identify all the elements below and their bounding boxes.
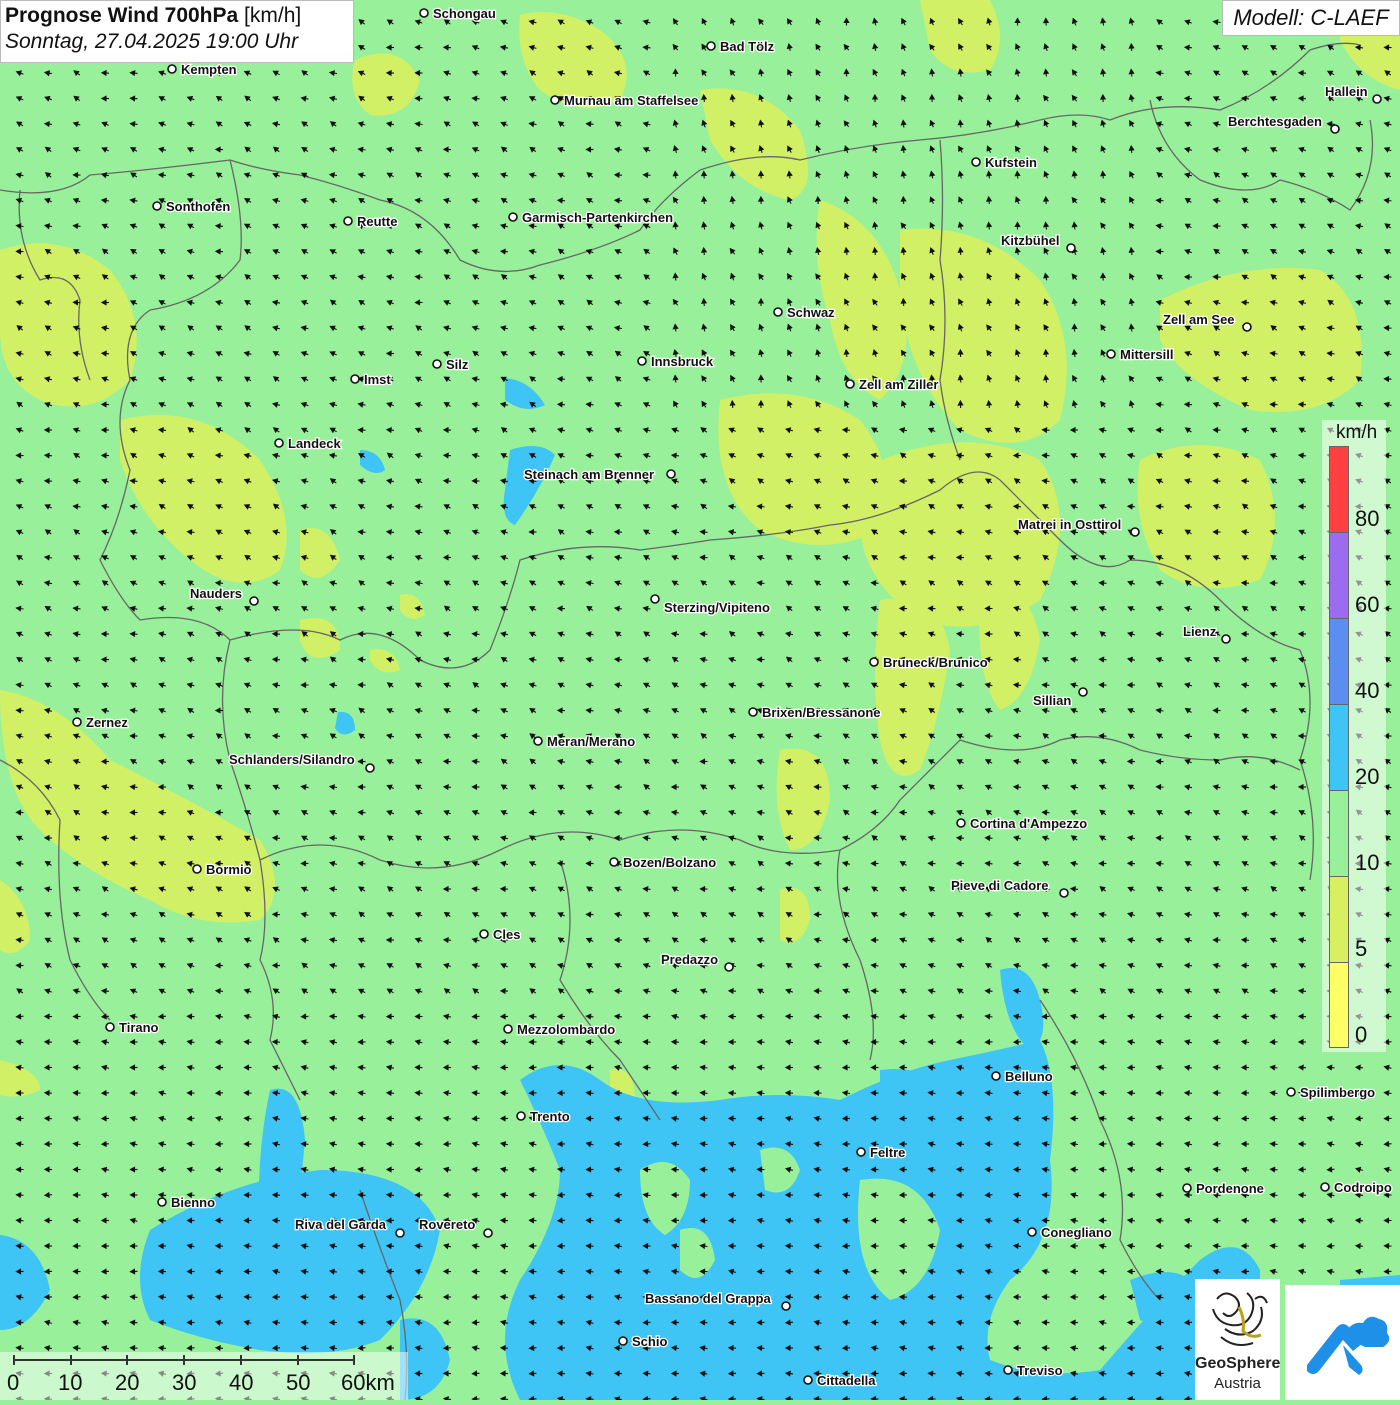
wind-map: SchongauBad TölzKemptenMurnau am Staffel… [0,0,1400,1400]
